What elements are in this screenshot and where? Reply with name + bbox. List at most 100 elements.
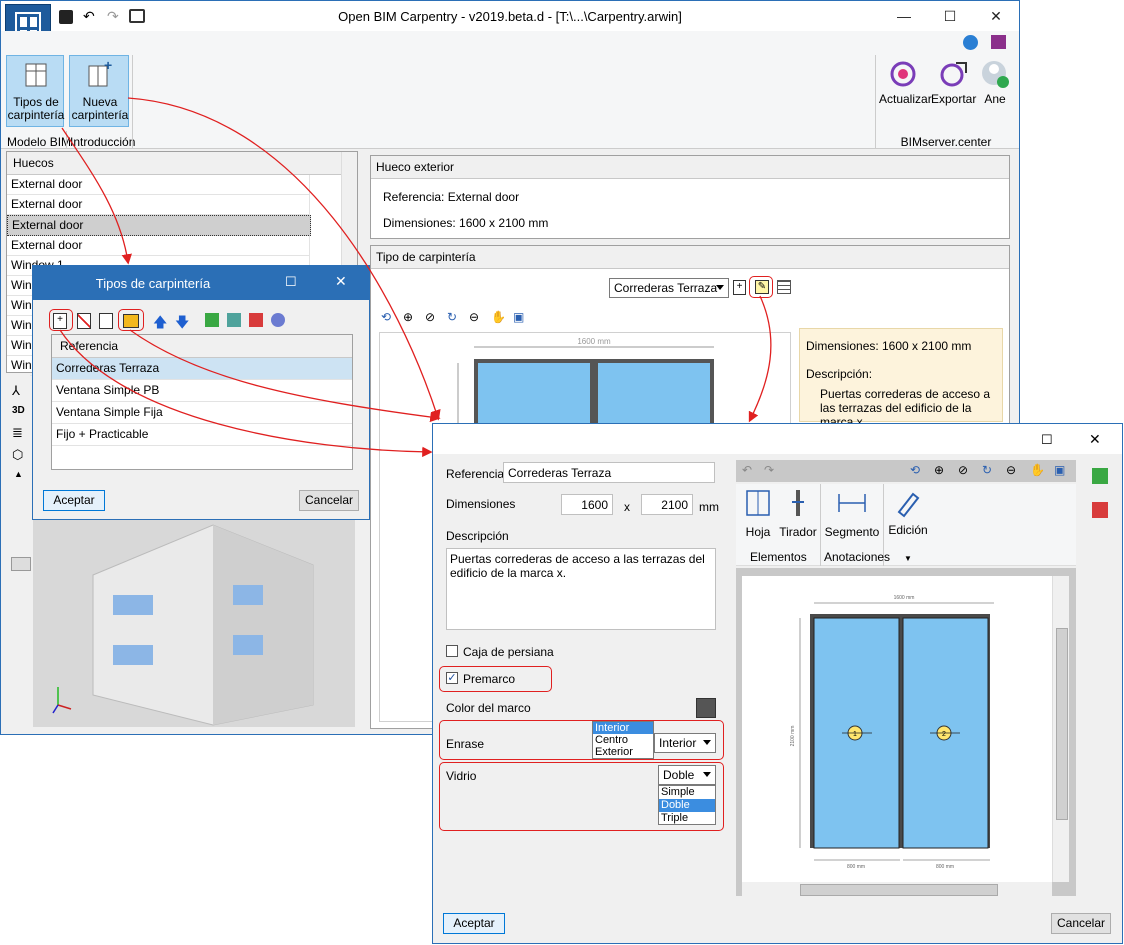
import-red-icon[interactable] — [249, 313, 263, 327]
edit-accept-button[interactable]: Aceptar — [443, 913, 505, 934]
settings-gear-icon[interactable] — [271, 313, 285, 327]
vidrio-option[interactable]: Triple — [659, 812, 715, 825]
frame-color-swatch[interactable] — [696, 698, 716, 718]
height-input[interactable] — [641, 494, 693, 515]
info-dim-label: Dimensiones: — [806, 339, 879, 353]
bottom-right-dimension: 800 mm — [936, 864, 954, 870]
chevron-down-icon — [703, 740, 711, 745]
zoom-x2-icon[interactable]: ⊘ — [425, 310, 435, 324]
minimize-button[interactable]: — — [881, 1, 927, 31]
enrase-option[interactable]: Centro — [593, 734, 653, 746]
add-type-icon[interactable]: + — [733, 280, 746, 295]
tipos-cancel-button[interactable]: Cancelar — [299, 490, 359, 511]
hueco-list-item[interactable]: External door — [7, 215, 311, 236]
hueco-list-item[interactable]: External door — [7, 195, 310, 215]
premarco-checkbox[interactable]: ✓ — [446, 672, 458, 684]
tipo-carpinteria-select[interactable]: Correderas Terraza — [609, 278, 729, 298]
vidrio-select[interactable]: Doble — [658, 765, 716, 785]
tipo-list-item[interactable]: Fijo + Practicable — [52, 424, 352, 446]
zoom-extents-icon[interactable]: ⟲ — [381, 310, 391, 324]
3d-view-icon[interactable]: 3D — [12, 405, 25, 416]
tipos-accept-button[interactable]: Aceptar — [43, 490, 105, 511]
edicion-button[interactable]: Edición — [886, 488, 930, 544]
editor-scroll-thumb[interactable] — [1056, 628, 1068, 820]
tipos-close-button[interactable]: ✕ — [335, 273, 347, 290]
group-modelo-bim-label: Modelo BIM — [7, 135, 72, 149]
zoom-out-icon[interactable]: ⊖ — [1006, 463, 1016, 477]
tipos-carpinteria-button[interactable]: Tipos de carpintería — [6, 55, 64, 127]
tipos-maximize-button[interactable]: ☐ — [285, 274, 297, 290]
vidrio-label: Vidrio — [446, 769, 477, 783]
fit-view-icon[interactable]: ▣ — [513, 310, 524, 324]
descripcion-textarea[interactable]: Puertas correderas de acceso a las terra… — [446, 548, 716, 630]
scroll-up-icon[interactable]: ▲ — [14, 469, 23, 479]
carpentry-preview-svg: 1600 mm — [457, 337, 714, 429]
edit-close-button[interactable]: ✕ — [1089, 431, 1101, 448]
edit-maximize-button[interactable]: ☐ — [1041, 432, 1053, 448]
carpentry-drawing-svg: 1600 mm 2100 mm 1 2 800 mm 800 mm — [790, 595, 994, 870]
actualizar-button[interactable]: Actualizar — [879, 59, 932, 111]
width-input[interactable] — [561, 494, 613, 515]
export-green-icon[interactable] — [227, 313, 241, 327]
edit-cancel-button[interactable]: Cancelar — [1051, 913, 1111, 934]
ribbon-separator — [875, 55, 876, 149]
panel-slider-handle[interactable] — [11, 557, 31, 571]
layers-icon[interactable]: ≣ — [12, 425, 23, 441]
rotate-icon[interactable]: ↻ — [447, 310, 457, 324]
copy-item-icon[interactable] — [99, 313, 113, 329]
globe-icon[interactable] — [963, 35, 978, 50]
zoom-extents-icon[interactable]: ⟲ — [910, 463, 920, 477]
vidrio-dropdown-list[interactable]: Simple Doble Triple — [658, 785, 716, 825]
move-up-icon[interactable]: 🡅 — [153, 312, 167, 336]
hueco-list-item[interactable]: External door — [7, 236, 310, 256]
import-green-icon[interactable] — [1092, 468, 1108, 484]
cube-icon[interactable]: ⬡ — [12, 447, 23, 463]
close-button[interactable]: ✕ — [973, 1, 1019, 31]
hoja-button[interactable]: Hoja — [740, 488, 776, 544]
rotate-icon[interactable]: ↻ — [982, 463, 992, 477]
import-red-icon[interactable] — [1092, 502, 1108, 518]
tirador-label: Tirador — [779, 525, 817, 539]
undo-icon[interactable]: ↶ — [742, 463, 752, 477]
zoom-window-icon[interactable]: ⊕ — [934, 463, 944, 477]
grid-table-icon[interactable] — [777, 280, 791, 294]
exportar-button[interactable]: Exportar — [931, 59, 976, 111]
nueva-carpinteria-button[interactable]: + Nueva carpintería — [69, 55, 129, 127]
ribbon-expand-icon[interactable]: ▼ — [904, 554, 912, 563]
enrase-option[interactable]: Interior — [593, 722, 653, 734]
editor-canvas[interactable]: 1600 mm 2100 mm 1 2 800 mm 800 mm — [742, 576, 1052, 882]
hueco-list-item[interactable]: External door — [7, 175, 310, 195]
editor-hscroll-thumb[interactable] — [800, 884, 998, 896]
pan-hand-icon[interactable]: ✋ — [491, 310, 506, 324]
editor-vertical-scrollbar[interactable] — [1052, 576, 1069, 882]
delete-item-icon[interactable] — [77, 313, 91, 329]
fit-view-icon[interactable]: ▣ — [1054, 463, 1065, 477]
maximize-button[interactable]: ☐ — [927, 1, 973, 31]
tipo-list-item[interactable]: Correderas Terraza — [52, 358, 352, 380]
import-item-highlight — [118, 309, 144, 331]
vidrio-option[interactable]: Simple — [659, 786, 715, 799]
pan-hand-icon[interactable]: ✋ — [1030, 463, 1045, 477]
user-button[interactable]: Ane — [977, 59, 1013, 111]
editor-horizontal-scrollbar[interactable] — [742, 882, 1052, 896]
tipo-list-item[interactable]: Ventana Simple Fija — [52, 402, 352, 424]
axes-icon[interactable]: ⅄ — [12, 383, 20, 399]
caja-persiana-checkbox[interactable] — [446, 645, 458, 657]
move-down-icon[interactable]: 🡇 — [175, 312, 189, 336]
enrase-select[interactable]: Interior — [654, 733, 716, 753]
referencia-input[interactable] — [503, 462, 715, 483]
tipo-list-item[interactable]: Ventana Simple PB — [52, 380, 352, 402]
vidrio-option[interactable]: Doble — [659, 799, 715, 812]
zoom-out-icon[interactable]: ⊖ — [469, 310, 479, 324]
segmento-button[interactable]: Segmento — [824, 488, 880, 544]
import-green-icon[interactable] — [205, 313, 219, 327]
tirador-button[interactable]: Tirador — [778, 488, 818, 544]
editor-drawing-area[interactable]: 1600 mm 2100 mm 1 2 800 mm 800 mm — [736, 568, 1076, 896]
enrase-option[interactable]: Exterior — [593, 746, 653, 758]
zoom-window-icon[interactable]: ⊕ — [403, 310, 413, 324]
redo-icon[interactable]: ↷ — [764, 463, 774, 477]
group-elementos-label: Elementos — [750, 550, 807, 564]
zoom-x2-icon[interactable]: ⊘ — [958, 463, 968, 477]
enrase-options-list[interactable]: Interior Centro Exterior — [592, 721, 654, 759]
help-book-icon[interactable] — [991, 35, 1006, 49]
